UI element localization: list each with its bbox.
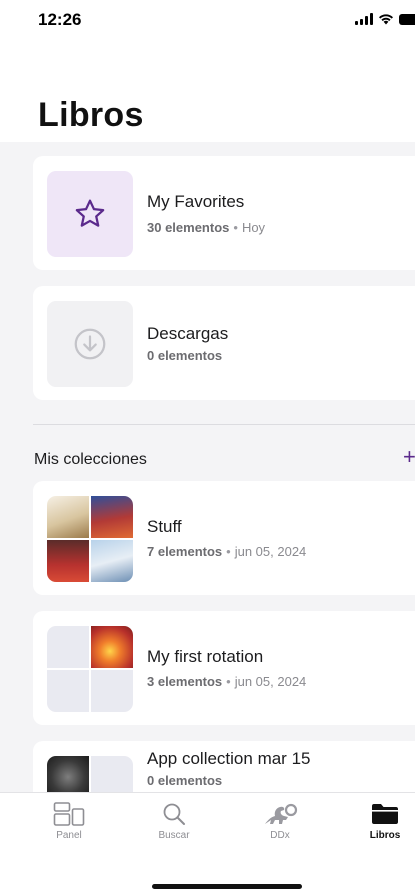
book-cover-image	[91, 626, 133, 668]
favorites-meta: 30 elementos • Hoy	[147, 220, 265, 235]
status-icons	[355, 13, 415, 25]
collection-count: 7 elementos	[147, 544, 223, 559]
collection-title: Stuff	[147, 517, 182, 536]
downloads-count: 0 elementos	[147, 348, 223, 363]
collection-thumbnail-collage	[47, 626, 133, 712]
collection-card-stuff[interactable]: Stuff 7 elementos • jun 05, 2024	[33, 481, 415, 595]
wifi-icon	[379, 14, 393, 25]
status-bar: 12:26	[0, 0, 415, 44]
tab-panel[interactable]: Panel	[34, 801, 104, 841]
tab-label: Buscar	[158, 830, 190, 841]
book-cover-image	[91, 496, 133, 538]
tab-ddx[interactable]: DDx	[245, 801, 315, 841]
cellular-signal-icon	[355, 13, 373, 25]
page-title: Libros	[38, 96, 144, 134]
search-icon	[163, 803, 185, 825]
downloads-card[interactable]: Descargas 0 elementos	[33, 286, 415, 400]
collection-meta: 7 elementos • jun 05, 2024	[147, 544, 306, 559]
book-cover-image	[47, 496, 89, 538]
book-cover-image	[91, 540, 133, 582]
meta-separator: •	[233, 220, 238, 235]
downloads-thumbnail	[47, 301, 133, 387]
home-indicator	[152, 884, 302, 889]
ddx-dinosaur-icon	[265, 803, 298, 824]
collection-title: App collection mar 15	[147, 749, 311, 768]
collection-card-my-first-rotation[interactable]: My first rotation 3 elementos • jun 05, 20…	[33, 611, 415, 725]
favorites-thumbnail	[47, 171, 133, 257]
favorites-count: 30 elementos	[147, 220, 230, 235]
collection-date: jun 05, 2024	[234, 674, 307, 689]
tab-libros[interactable]: Libros	[350, 801, 415, 841]
folder-icon	[372, 804, 398, 824]
collection-title: My first rotation	[147, 647, 264, 666]
favorites-date: Hoy	[241, 220, 266, 235]
empty-cover-placeholder	[91, 670, 133, 712]
collection-count: 3 elementos	[147, 674, 223, 689]
battery-icon	[399, 14, 415, 25]
tab-label: Panel	[56, 830, 82, 841]
favorites-title: My Favorites	[147, 192, 245, 211]
collection-thumbnail-collage	[47, 496, 133, 582]
tab-label: DDx	[270, 830, 290, 841]
collection-date: jun 05, 2024	[234, 544, 307, 559]
book-cover-image	[47, 540, 89, 582]
status-time: 12:26	[38, 10, 82, 29]
collections-section-title: Mis colecciones	[34, 451, 147, 468]
panel-icon	[53, 802, 85, 826]
empty-cover-placeholder	[47, 626, 89, 668]
add-collection-button[interactable]: +	[403, 446, 415, 468]
downloads-title: Descargas	[147, 324, 229, 343]
section-divider	[33, 424, 415, 425]
header: Libros	[0, 44, 415, 142]
meta-separator: •	[226, 544, 231, 559]
tab-label: Libros	[369, 830, 401, 841]
download-icon	[74, 328, 106, 360]
empty-cover-placeholder	[47, 670, 89, 712]
collection-count: 0 elementos	[147, 773, 223, 788]
star-icon	[75, 199, 105, 227]
favorites-card[interactable]: My Favorites 30 elementos • Hoy	[33, 156, 415, 270]
meta-separator: •	[226, 674, 231, 689]
tab-bar: Panel Buscar DDx Libros	[0, 792, 415, 890]
collection-meta: 3 elementos • jun 05, 2024	[147, 674, 306, 689]
tab-buscar[interactable]: Buscar	[139, 801, 209, 841]
